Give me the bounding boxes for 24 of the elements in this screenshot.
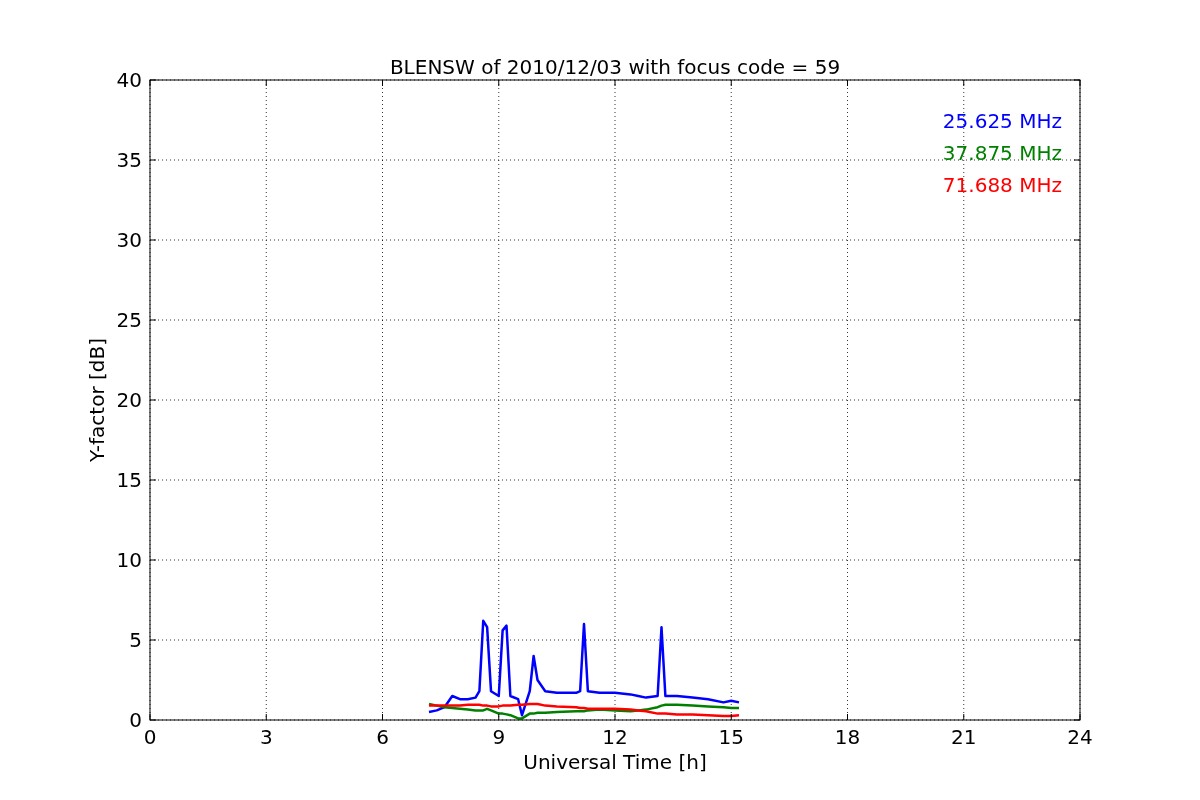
legend-label: 25.625 MHz: [942, 109, 1062, 133]
tick-label: 20: [116, 388, 142, 412]
tick-label: 6: [376, 725, 389, 749]
tick-label: 0: [143, 725, 157, 749]
axis-label: Universal Time [h]: [523, 750, 707, 774]
tick-label: 35: [116, 148, 142, 172]
tick-label: 10: [116, 548, 142, 572]
tick-label: 5: [129, 628, 142, 652]
tick-label: 3: [259, 725, 273, 749]
tick-label: 40: [116, 68, 142, 92]
legend-label: 71.688 MHz: [942, 173, 1062, 197]
tick-label: 18: [834, 725, 861, 749]
tick-label: 15: [116, 468, 142, 492]
tick-label: 21: [951, 725, 977, 749]
tick-label: 9: [492, 725, 506, 749]
tick-label: 24: [1067, 725, 1093, 749]
tick-label: 25: [116, 308, 142, 332]
tick-label: 0: [129, 708, 142, 732]
tick-label: 12: [602, 725, 628, 749]
axis-label: Y-factor [dB]: [85, 338, 109, 462]
legend-label: 37.875 MHz: [942, 141, 1062, 165]
tick-label: 30: [116, 228, 142, 252]
tick-label: 15: [718, 725, 744, 749]
chart-title: BLENSW of 2010/12/03 with focus code = 59: [389, 55, 841, 79]
